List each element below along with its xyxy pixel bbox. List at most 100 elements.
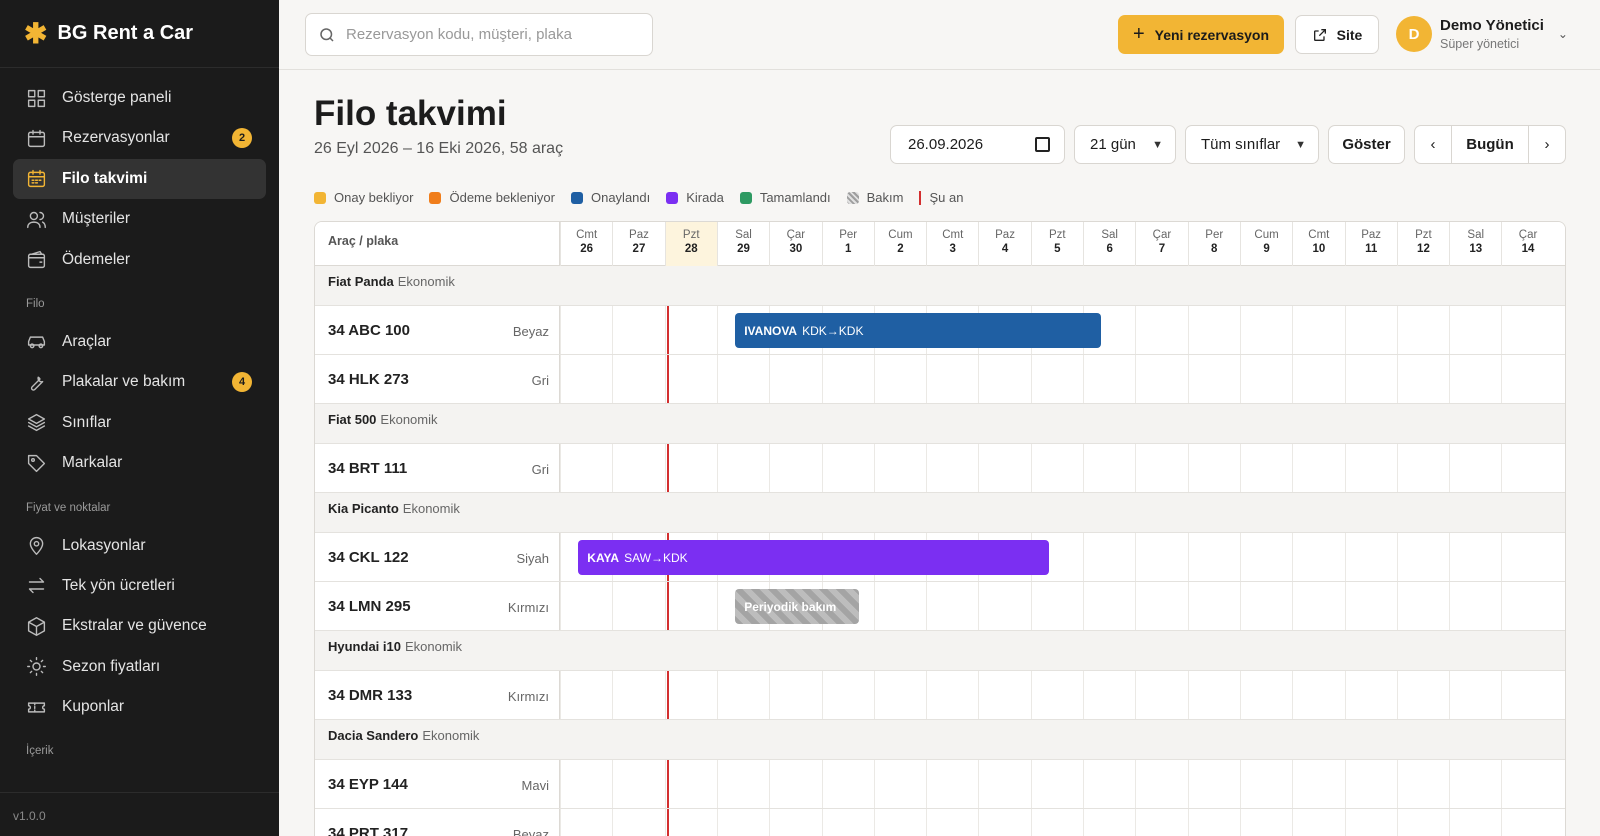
prev-button[interactable]: ‹: [1415, 126, 1452, 163]
legend-label: Ödeme bekleniyor: [449, 190, 555, 205]
today-button[interactable]: Bugün: [1452, 136, 1528, 153]
model-name: Hyundai i10: [328, 639, 401, 654]
model-class: Ekonomik: [404, 639, 463, 654]
model-name: Kia Picanto: [328, 501, 399, 516]
day-number: 12: [1417, 243, 1430, 255]
search-input[interactable]: [346, 26, 636, 43]
now-indicator-line: [667, 582, 670, 630]
sidebar: ✱ BG Rent a Car Gösterge paneli Rezervas…: [0, 0, 279, 836]
day-column-header: Paz 4: [978, 222, 1030, 266]
class-select-value: Tüm sınıflar: [1201, 136, 1281, 153]
day-column-header: Çar 14: [1501, 222, 1553, 266]
chevron-left-icon: ‹: [1430, 136, 1436, 153]
booking-bar[interactable]: KAYA SAW→KDK: [578, 540, 1049, 575]
sidebar-item-reservations[interactable]: Rezervasyonlar 2: [13, 118, 266, 158]
maintenance-block[interactable]: Periyodik bakım: [735, 589, 860, 624]
tag-icon: [26, 453, 47, 474]
date-input[interactable]: 26.09.2026: [890, 125, 1065, 164]
reservations-count-badge: 2: [232, 128, 252, 149]
sidebar-item-plates-maintenance[interactable]: Plakalar ve bakım 4: [13, 362, 266, 402]
day-number: 28: [684, 243, 698, 255]
sidebar-item-customers[interactable]: Müşteriler: [13, 199, 266, 239]
vehicle-row[interactable]: 34 HLK 273 Gri: [315, 355, 1565, 404]
booking-route: SAW→KDK: [624, 550, 688, 565]
sidebar-item-season-prices[interactable]: Sezon fiyatları: [13, 647, 266, 687]
search-icon: [320, 27, 334, 42]
topbar: + Yeni rezervasyon Site D Demo Yönetici …: [279, 0, 1600, 70]
day-number: 26: [580, 243, 594, 255]
day-of-week: Çar: [1518, 229, 1538, 241]
sidebar-item-brands[interactable]: Markalar: [13, 443, 266, 483]
vehicle-row[interactable]: 34 PRT 317 Beyaz: [315, 809, 1565, 836]
day-of-week: Cmt: [576, 229, 598, 241]
legend-label: Şu an: [929, 190, 964, 205]
days-select[interactable]: 21 gün ▼: [1074, 125, 1176, 164]
brand-logo-icon: ✱: [24, 17, 48, 49]
day-of-week: Paz: [629, 229, 649, 241]
day-number: 11: [1365, 243, 1378, 255]
vehicle-row[interactable]: 34 BRT 111 Gri: [315, 444, 1565, 493]
vehicle-row[interactable]: 34 LMN 295 Kırmızı: [315, 582, 1565, 631]
model-class: Ekonomik: [380, 412, 438, 427]
brand[interactable]: ✱ BG Rent a Car: [0, 0, 279, 68]
vehicle-color: Gri: [531, 462, 549, 477]
model-group-row: Fiat Panda Ekonomik: [315, 266, 1565, 306]
sidebar-item-payments[interactable]: Ödemeler: [13, 240, 266, 280]
vehicle-row[interactable]: 34 EYP 144 Mavi: [315, 760, 1565, 809]
sidebar-item-label: Ekstralar ve güvence: [62, 617, 207, 635]
day-column-header: Paz 27: [612, 222, 664, 266]
booking-bar[interactable]: IVANOVA KDK→KDK: [735, 313, 1102, 348]
sidebar-item-classes[interactable]: Sınıflar: [13, 403, 266, 443]
legend-item: Onay bekliyor: [314, 190, 413, 205]
model-group-row: Kia Picanto Ekonomik: [315, 493, 1565, 533]
model-name: Dacia Sandero: [328, 728, 419, 743]
sidebar-item-vehicles[interactable]: Araçlar: [13, 322, 266, 362]
model-group-row: Hyundai i10 Ekonomik: [315, 631, 1565, 671]
show-button[interactable]: Göster: [1328, 125, 1405, 164]
sidebar-item-fleet-calendar[interactable]: Filo takvimi: [13, 158, 266, 199]
day-number: 29: [737, 243, 750, 255]
vehicle-color: Kırmızı: [507, 600, 549, 615]
search-box[interactable]: [305, 13, 653, 56]
next-button[interactable]: ›: [1528, 126, 1565, 163]
day-number: 27: [632, 243, 646, 255]
user-menu[interactable]: D Demo Yönetici Süper yönetici ⌄: [1396, 16, 1568, 52]
fleet-calendar-grid: Araç / plaka Cmt 26 Paz 27 Pzt 28 Sal 29 Çar 30 Pe…: [314, 221, 1566, 836]
day-column-header: Cmt 10: [1292, 222, 1344, 266]
sidebar-item-one-way-fees[interactable]: Tek yön ücretleri: [13, 566, 266, 606]
user-name: Demo Yönetici: [1440, 17, 1544, 34]
day-of-week: Cum: [1254, 229, 1279, 241]
day-number: 13: [1469, 243, 1483, 255]
sidebar-item-locations[interactable]: Lokasyonlar: [13, 526, 266, 566]
sidebar-item-label: Plakalar ve bakım: [62, 373, 186, 391]
day-number: 4: [1001, 243, 1009, 255]
now-indicator-line: [667, 306, 670, 354]
new-reservation-label: Yeni rezervasyon: [1154, 26, 1270, 43]
day-of-week: Paz: [1361, 229, 1382, 241]
day-number: 3: [949, 243, 956, 255]
day-column-header: Cum 9: [1239, 222, 1292, 266]
now-indicator-line: [667, 809, 670, 836]
calendar-icon[interactable]: [1035, 137, 1050, 152]
booking-customer: IVANOVA: [744, 323, 798, 338]
page-title: Filo takvimi: [314, 94, 507, 133]
site-button[interactable]: Site: [1295, 15, 1379, 54]
day-column-header: Cum 2: [873, 222, 926, 266]
vehicle-row[interactable]: 34 DMR 133 Kırmızı: [315, 671, 1565, 720]
sidebar-item-coupons[interactable]: Kuponlar: [13, 687, 266, 727]
map-pin-icon: [26, 535, 47, 556]
legend-item: Ödeme bekleniyor: [429, 190, 555, 205]
wrench-icon: [26, 372, 47, 393]
sidebar-item-label: Ödemeler: [62, 250, 131, 268]
sidebar-item-label: Gösterge paneli: [62, 89, 172, 106]
new-reservation-button[interactable]: + Yeni rezervasyon: [1118, 15, 1284, 54]
legend-swatch: [666, 191, 679, 204]
day-number: 14: [1521, 243, 1535, 255]
sidebar-item-extras[interactable]: Ekstralar ve güvence: [13, 606, 266, 646]
calendar-grid-icon: [26, 168, 47, 189]
vehicle-color: Beyaz: [512, 324, 549, 339]
day-of-week: Sal: [735, 229, 752, 241]
sidebar-item-dashboard[interactable]: Gösterge paneli: [13, 78, 266, 118]
vehicle-plate: 34 DMR 133: [328, 687, 413, 704]
class-select[interactable]: Tüm sınıflar ▼: [1185, 125, 1319, 164]
